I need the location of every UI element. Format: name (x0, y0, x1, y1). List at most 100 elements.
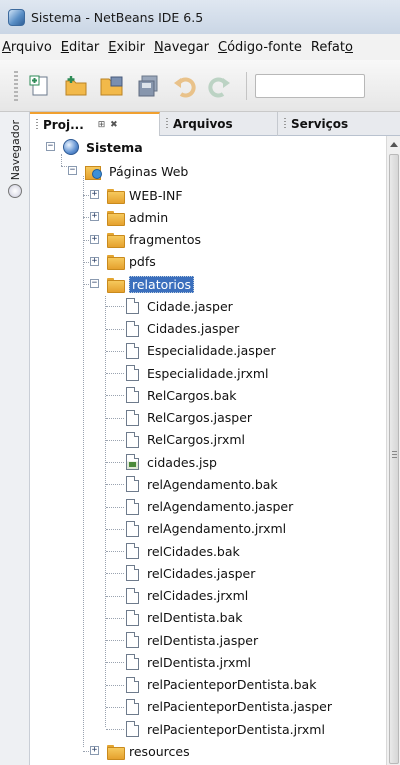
scroll-up-arrow-icon[interactable] (390, 142, 398, 147)
tree-node-folder[interactable]: + admin (83, 206, 168, 228)
tree-guide-line (106, 439, 124, 441)
new-project-icon (65, 75, 87, 95)
toolbar (0, 60, 400, 112)
tree-node-file[interactable]: RelCargos.jasper (106, 407, 252, 429)
new-file-icon (29, 75, 48, 95)
tree-label: resources (129, 743, 190, 759)
project-tree: − Sistema − Páginas Web + WEB-INF + admin + f… (30, 136, 386, 765)
tree-node-file[interactable]: relAgendamento.bak (106, 473, 278, 495)
tree-node-file[interactable]: RelCargos.bak (106, 384, 237, 406)
tree-node-file[interactable]: relPacienteporDentista.jrxml (106, 718, 325, 740)
tree-node-folder[interactable]: + WEB-INF (83, 184, 183, 206)
tree-node-folder[interactable]: + fragmentos (83, 229, 201, 251)
tree-label: RelCargos.bak (147, 387, 237, 403)
tree-node-file[interactable]: relPacienteporDentista.jasper (106, 696, 333, 718)
tab-services-label: Serviços (291, 117, 349, 131)
tree-label: Especialidade.jrxml (147, 365, 269, 381)
file-icon (126, 520, 139, 537)
new-file-button[interactable] (26, 72, 54, 100)
menu-item[interactable]: Arquivo (2, 40, 52, 55)
tree-node-file[interactable]: relDentista.jrxml (106, 651, 252, 673)
menu-item-text: A (2, 39, 11, 55)
expand-toggle-icon[interactable]: + (90, 256, 99, 266)
tree-node-file[interactable]: RelCargos.jrxml (106, 429, 245, 451)
tree-guide-line (106, 706, 124, 708)
collapse-toggle-icon[interactable]: − (68, 166, 77, 175)
expand-toggle-icon[interactable]: + (90, 234, 99, 244)
tree-label: relDentista.bak (147, 610, 243, 626)
menu-item[interactable]: Navegar (154, 40, 209, 55)
tree-label: relAgendamento.bak (147, 476, 278, 492)
tree-guide-line (83, 284, 89, 285)
menu-item-text: N (154, 39, 164, 55)
tree-node-file[interactable]: relCidades.bak (106, 540, 240, 562)
scrollbar-thumb[interactable] (389, 154, 399, 764)
folder-icon (107, 744, 125, 760)
tab-services[interactable]: Serviços (278, 112, 400, 136)
tree-node-file[interactable]: relPacienteporDentista.bak (106, 674, 316, 696)
tree-node-folder[interactable]: + pdfs (83, 251, 156, 273)
tree-node-file[interactable]: relDentista.bak (106, 607, 243, 629)
menu-item-text: E (108, 39, 117, 55)
scrollbar-grip-icon (392, 451, 397, 459)
tree-node-file[interactable]: Especialidade.jrxml (106, 362, 269, 384)
tree-guide-line (106, 373, 124, 374)
tree-node-folder[interactable]: + resources (83, 740, 190, 762)
menu-item-text: ditar (69, 39, 100, 55)
open-project-icon (100, 76, 123, 95)
collapse-toggle-icon[interactable]: − (46, 142, 55, 151)
tree-node-file[interactable]: Especialidade.jasper (106, 340, 276, 362)
expand-toggle-icon[interactable]: + (90, 746, 99, 756)
tab-files[interactable]: Arquivos (160, 112, 278, 136)
tree-label: relAgendamento.jrxml (147, 521, 287, 537)
tab-window-controls[interactable]: ⊞ ✖ (98, 120, 119, 130)
navigator-tab[interactable]: Navegador (4, 120, 26, 220)
project-globe-icon (63, 139, 79, 155)
tree-guide-line (106, 506, 124, 508)
menu-item[interactable]: Código-fonte (218, 40, 302, 55)
redo-icon (208, 77, 230, 97)
expand-toggle-icon[interactable]: + (90, 212, 99, 222)
save-all-button[interactable] (134, 72, 162, 100)
tree-node-file[interactable]: relCidades.jrxml (106, 585, 248, 607)
tree-guide-line (106, 328, 124, 330)
tab-projects[interactable]: Proj... ⊞ ✖ (30, 112, 160, 136)
menu-item[interactable]: Editar (61, 40, 100, 55)
menu-item[interactable]: Exibir (108, 40, 145, 55)
tree-node-file[interactable]: relAgendamento.jrxml (106, 518, 287, 540)
menu-item[interactable]: Refato (311, 40, 353, 55)
expand-toggle-icon[interactable]: + (90, 190, 99, 199)
new-project-button[interactable] (62, 72, 90, 100)
undo-button[interactable] (170, 72, 198, 100)
tree-node-root[interactable]: − Sistema (46, 136, 143, 158)
tree-node-file[interactable]: relAgendamento.jasper (106, 496, 293, 518)
file-icon (126, 365, 139, 381)
tree-node-file[interactable]: Cidade.jasper (106, 295, 233, 317)
open-project-button[interactable] (98, 72, 126, 100)
tree-node-file[interactable]: relDentista.jasper (106, 629, 259, 651)
tree-label: cidades.jsp (147, 454, 217, 470)
tree-label: relPacienteporDentista.jasper (147, 699, 333, 715)
file-icon (126, 676, 139, 693)
tree-node-web-pages[interactable]: − Páginas Web (68, 160, 188, 182)
toolbar-grip[interactable] (14, 70, 18, 101)
file-icon (126, 565, 139, 582)
tree-label: relDentista.jrxml (147, 654, 252, 670)
menu-item-text: C (217, 39, 228, 55)
tree-label: relDentista.jasper (147, 632, 259, 648)
tree-node-file[interactable]: relCidades.jasper (106, 562, 255, 584)
tree-node-file[interactable]: cidades.jsp (106, 451, 217, 473)
tree-guide-line (83, 239, 89, 241)
file-icon (126, 587, 139, 604)
tree-guide-line (106, 640, 124, 641)
toolbar-search-field[interactable] (255, 73, 365, 98)
tree-node-folder[interactable]: − relatorios (83, 273, 195, 295)
tab-files-label: Arquivos (173, 117, 233, 131)
jsp-file-icon (126, 454, 139, 470)
tab-grip-icon (284, 118, 286, 130)
tree-vertical-scrollbar[interactable] (386, 136, 400, 765)
tree-guide-line (106, 662, 124, 664)
tree-node-file[interactable]: Cidades.jasper (106, 318, 239, 340)
redo-button[interactable] (206, 72, 234, 100)
collapse-toggle-icon[interactable]: − (90, 279, 99, 288)
